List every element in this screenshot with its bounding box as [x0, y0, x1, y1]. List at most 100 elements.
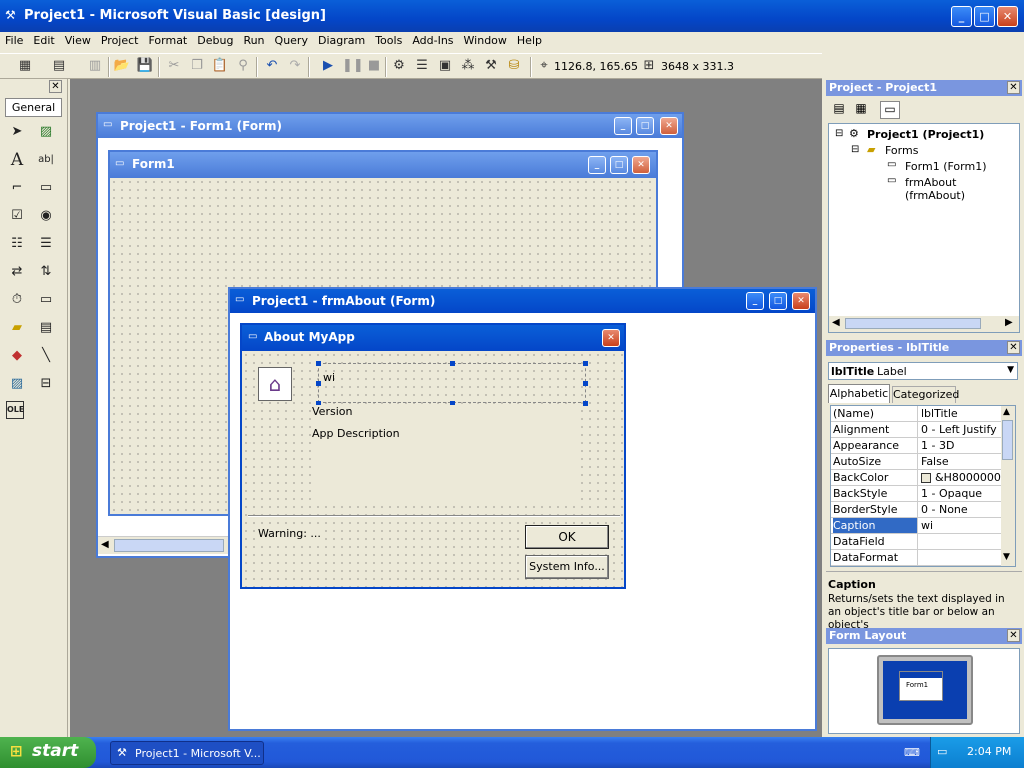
tree-hscrollbar[interactable]: ◀ ▶	[829, 316, 1019, 332]
menu-diagram[interactable]: Diagram	[313, 32, 370, 47]
selection-handle[interactable]	[583, 401, 588, 406]
keyboard-icon[interactable]: ⌨	[904, 746, 920, 759]
frmabout-designer-window[interactable]: ▭ Project1 - frmAbout (Form) _ □ ✕ ▭ Abo…	[228, 287, 817, 731]
frmabout-close-button[interactable]: ✕	[792, 292, 810, 310]
tree-item-form1[interactable]: Form1 (Form1)	[905, 160, 987, 173]
property-row[interactable]: BackStyle 1 - Opaque	[831, 486, 1015, 502]
listbox-tool-icon[interactable]: ☰	[35, 233, 57, 255]
lblwarning-label[interactable]: Warning: ...	[258, 527, 321, 540]
image-tool-icon[interactable]: ▨	[6, 373, 28, 395]
view-object-icon[interactable]: ▦	[852, 101, 870, 119]
menu-tools[interactable]: Tools	[370, 32, 407, 47]
scroll-left-icon[interactable]: ◀	[101, 539, 109, 550]
data-view-icon[interactable]: ⛁	[505, 58, 523, 74]
tree-collapse-icon[interactable]: ⊟	[835, 128, 843, 139]
frame-tool-icon[interactable]: ⌐	[6, 177, 28, 199]
object-browser-icon[interactable]: ⁂	[459, 58, 477, 74]
picturebox-tool-icon[interactable]: ▨	[35, 121, 57, 143]
menu-help[interactable]: Help	[512, 32, 547, 47]
open-project-icon[interactable]: 📂	[113, 58, 131, 74]
form-layout-close-icon[interactable]: ✕	[1007, 629, 1020, 642]
menu-run[interactable]: Run	[238, 32, 269, 47]
menu-window[interactable]: Window	[459, 32, 512, 47]
checkbox-tool-icon[interactable]: ☑	[6, 205, 28, 227]
selection-handle[interactable]	[450, 361, 455, 366]
undo-icon[interactable]: ↶	[263, 58, 281, 74]
scroll-thumb[interactable]	[1002, 420, 1013, 460]
break-icon[interactable]: ❚❚	[342, 58, 364, 74]
redo-icon[interactable]: ↷	[286, 58, 304, 74]
filelistbox-tool-icon[interactable]: ▤	[35, 317, 57, 339]
tree-item-forms[interactable]: Forms	[885, 144, 918, 157]
toolbox-close-icon[interactable]: ✕	[49, 80, 62, 93]
clock[interactable]: 2:04 PM	[967, 745, 1011, 758]
dirlistbox-tool-icon[interactable]: ▰	[6, 317, 28, 339]
timer-tool-icon[interactable]: ⏱	[6, 289, 28, 311]
toolbox-icon[interactable]: ⚒	[482, 58, 500, 74]
property-row[interactable]: BackColor &H8000000F	[831, 470, 1015, 486]
vscrollbar-tool-icon[interactable]: ⇅	[35, 261, 57, 283]
property-value[interactable]: 1 - 3D	[921, 439, 1011, 452]
form1-minimize-button[interactable]: _	[614, 117, 632, 135]
properties-window-icon[interactable]: ☰	[413, 58, 431, 74]
menu-project[interactable]: Project	[96, 32, 144, 47]
app-picture-icon[interactable]: ⌂	[258, 367, 292, 401]
app-title-bar[interactable]: ⚒ Project1 - Microsoft Visual Basic [des…	[0, 0, 1024, 32]
combobox-tool-icon[interactable]: ☷	[6, 233, 28, 255]
system-info-button[interactable]: System Info...	[525, 555, 609, 579]
toolbox-tab-general[interactable]: General	[5, 98, 62, 117]
property-row[interactable]: AutoSize False	[831, 454, 1015, 470]
property-value[interactable]: 1 - Opaque	[921, 487, 1011, 500]
end-icon[interactable]: ■	[365, 58, 383, 74]
hscrollbar-tool-icon[interactable]: ⇄	[6, 261, 28, 283]
form-layout-icon[interactable]: ▣	[436, 58, 454, 74]
frmabout-maximize-button[interactable]: □	[769, 292, 787, 310]
caption-value-input[interactable]: wi	[921, 519, 1011, 532]
property-row[interactable]: Alignment 0 - Left Justify	[831, 422, 1015, 438]
copy-icon[interactable]: ❐	[188, 58, 206, 74]
dialog-divider-line[interactable]	[248, 515, 620, 517]
property-row[interactable]: (Name) lblTitle	[831, 406, 1015, 422]
tree-item-frmabout[interactable]: frmAbout (frmAbout)	[905, 176, 1019, 202]
start-button[interactable]: ⊞ start	[0, 737, 96, 768]
menu-edit[interactable]: Edit	[28, 32, 59, 47]
object-selector-dropdown[interactable]: lblTitle Label ▼	[828, 362, 1018, 380]
find-icon[interactable]: ⚲	[234, 58, 252, 74]
project-explorer-icon[interactable]: ⚙	[390, 58, 408, 74]
menu-view[interactable]: View	[60, 32, 96, 47]
save-project-icon[interactable]: 💾	[136, 58, 154, 74]
menu-file[interactable]: File	[0, 32, 28, 47]
lblversion-label[interactable]: Version	[312, 405, 578, 421]
add-form-icon[interactable]: ▤	[50, 58, 68, 74]
toggle-folders-icon[interactable]: ▭	[880, 101, 900, 119]
scroll-thumb[interactable]	[845, 318, 981, 329]
view-code-icon[interactable]: ▤	[830, 101, 848, 119]
cut-icon[interactable]: ✂	[165, 58, 183, 74]
form1-designer-titlebar[interactable]: ▭ Project1 - Form1 (Form) _ □ ✕	[98, 114, 682, 138]
tree-collapse-icon[interactable]: ⊟	[851, 144, 859, 155]
close-button[interactable]: ✕	[997, 6, 1018, 27]
textbox-tool-icon[interactable]: ab|	[35, 149, 57, 171]
scroll-right-icon[interactable]: ▶	[1005, 317, 1013, 328]
line-tool-icon[interactable]: ╲	[35, 345, 57, 367]
project-explorer-close-icon[interactable]: ✕	[1007, 81, 1020, 94]
tab-categorized[interactable]: Categorized	[892, 386, 959, 403]
lbldescription-label[interactable]: App Description	[312, 425, 578, 505]
scroll-left-icon[interactable]: ◀	[832, 317, 840, 328]
selection-handle[interactable]	[583, 381, 588, 386]
property-value[interactable]: 0 - Left Justify	[921, 423, 1011, 436]
menu-add-ins[interactable]: Add-Ins	[407, 32, 458, 47]
selection-handle[interactable]	[316, 381, 321, 386]
label-tool-icon[interactable]: A	[6, 149, 28, 171]
property-row[interactable]: DataFormat	[831, 550, 1015, 566]
scroll-thumb[interactable]	[114, 539, 224, 552]
scroll-up-icon[interactable]: ▲	[1003, 407, 1010, 417]
property-row[interactable]: Appearance 1 - 3D	[831, 438, 1015, 454]
menu-debug[interactable]: Debug	[192, 32, 238, 47]
selection-handle[interactable]	[316, 361, 321, 366]
tab-alphabetic[interactable]: Alphabetic	[828, 384, 890, 403]
selection-handle[interactable]	[583, 361, 588, 366]
lbltitle-label-selected[interactable]: wi	[316, 361, 588, 406]
form1-maximize-button[interactable]: □	[636, 117, 654, 135]
ok-button[interactable]: OK	[525, 525, 609, 549]
